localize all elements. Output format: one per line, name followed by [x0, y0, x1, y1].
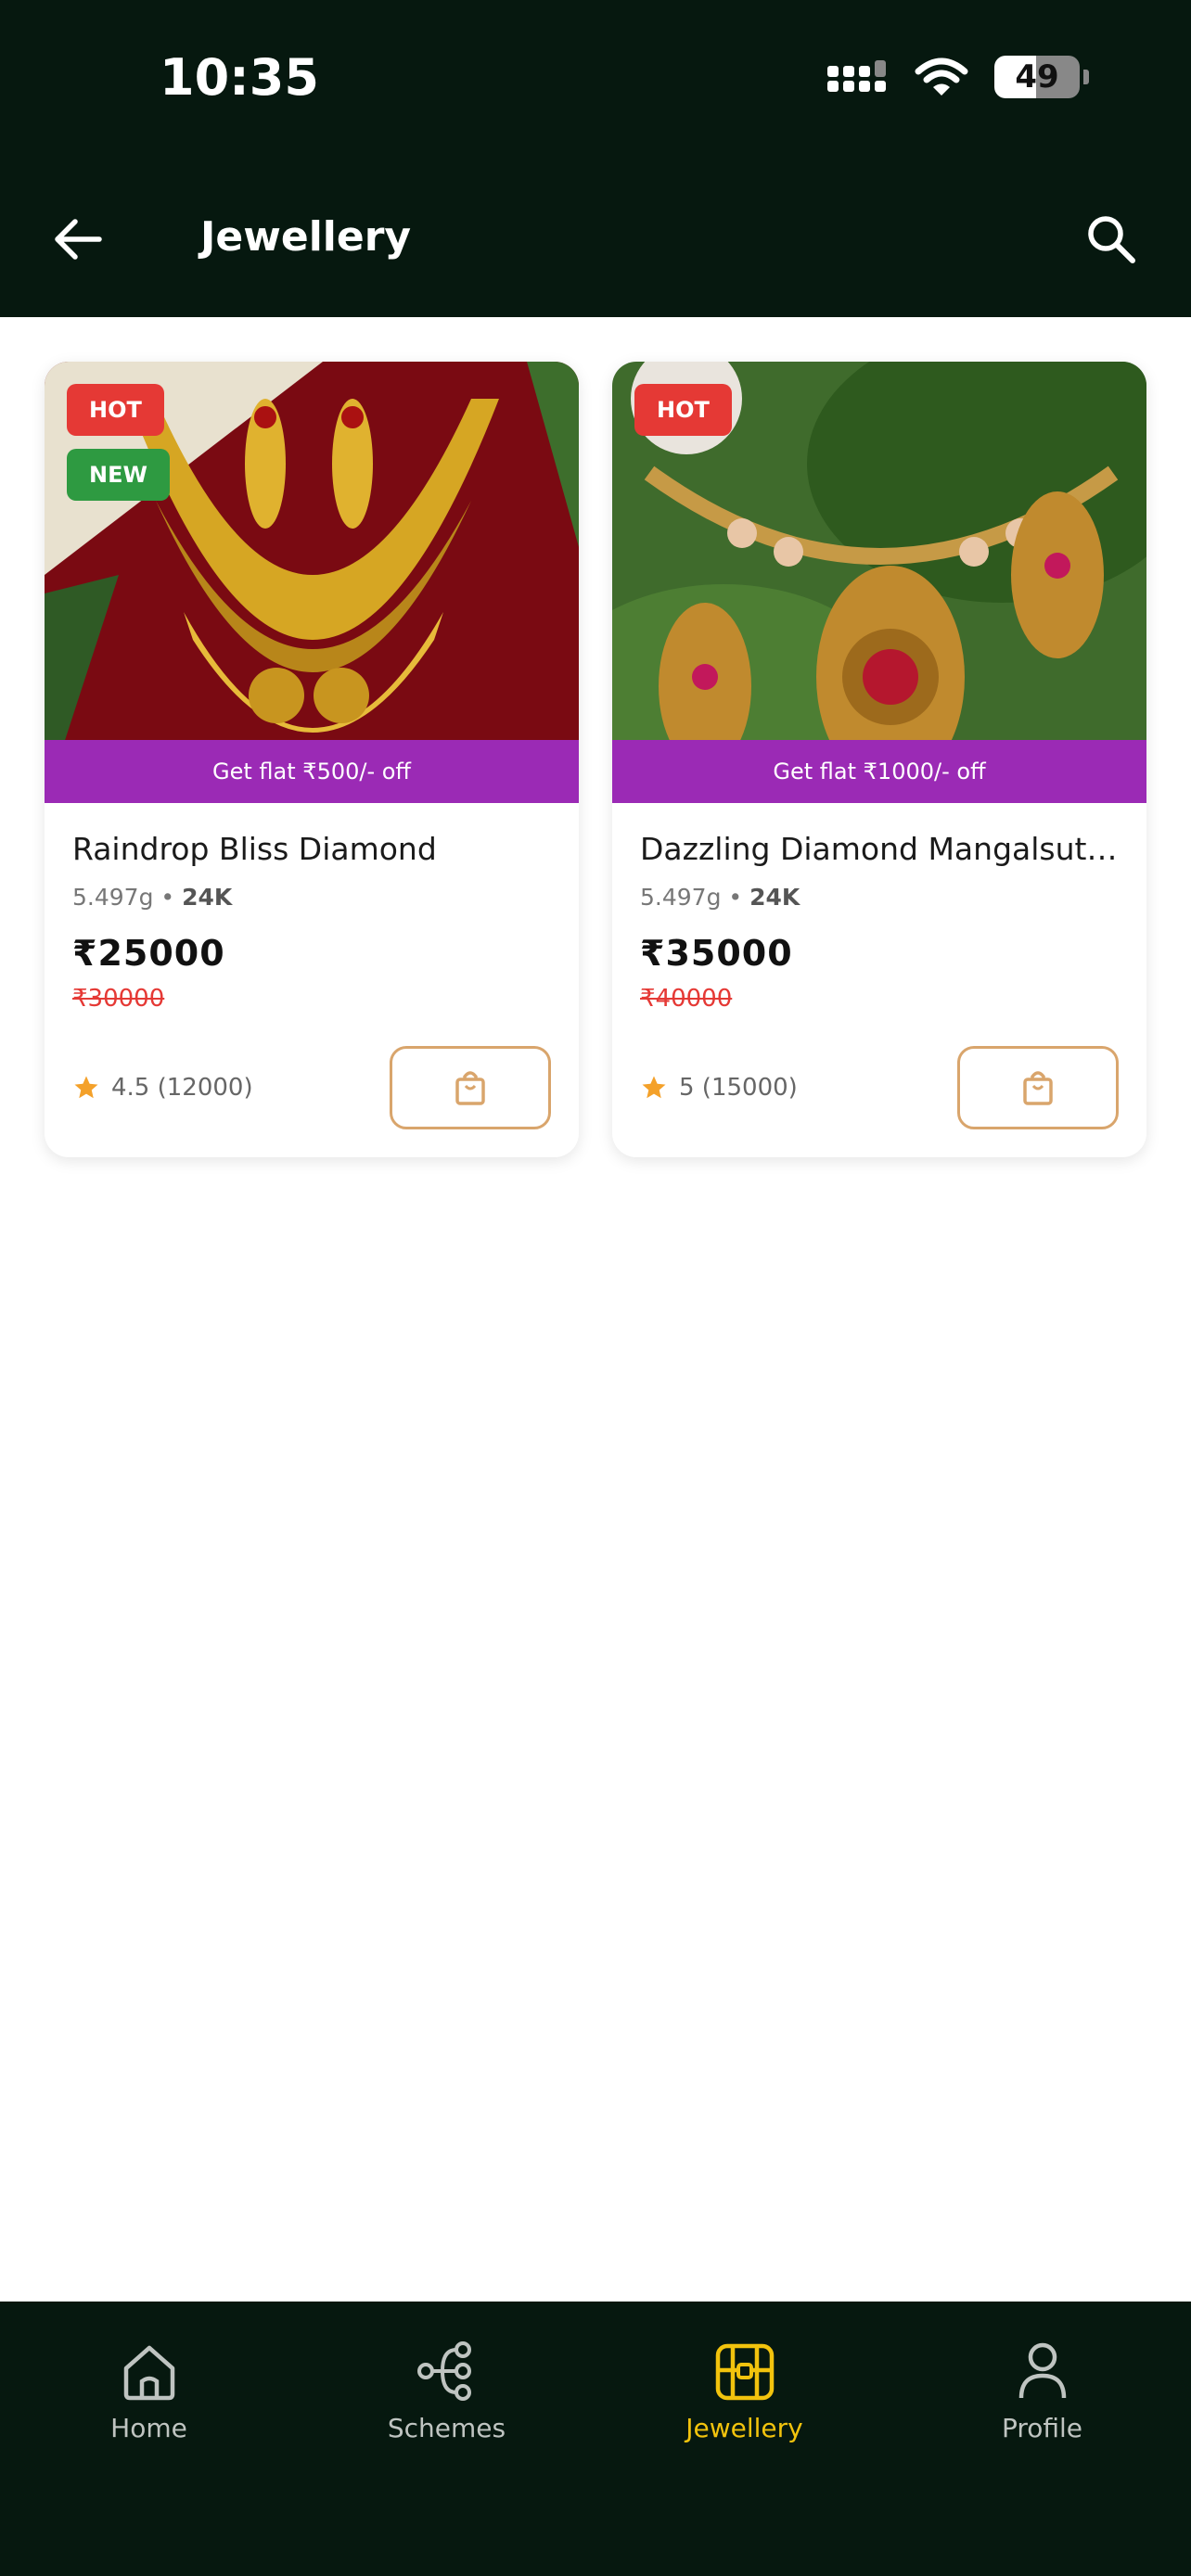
person-icon: [1018, 2342, 1066, 2399]
nav-label-profile: Profile: [1001, 2413, 1083, 2443]
nav-item-jewellery[interactable]: Jewellery: [596, 2302, 893, 2576]
nav-item-home[interactable]: Home: [0, 2302, 298, 2576]
status-icons: 49: [826, 56, 1089, 98]
page-title: Jewellery: [200, 213, 412, 261]
nav-label-schemes: Schemes: [387, 2413, 506, 2443]
product-rating: 5 (15000): [640, 1074, 798, 1102]
product-card[interactable]: HOT NEW Get flat ₹500/- off Raindrop Bli…: [45, 362, 579, 1157]
nav-label-home: Home: [110, 2413, 187, 2443]
arrow-left-icon: [55, 219, 102, 260]
offer-strip: Get flat ₹500/- off: [45, 740, 579, 803]
new-badge: NEW: [67, 449, 170, 501]
meta-separator: •: [160, 884, 175, 911]
rating-text: 4.5 (12000): [111, 1074, 253, 1102]
product-image-mangalsutra[interactable]: HOT Get flat ₹1000/- off: [612, 362, 1146, 803]
product-mrp: ₹40000: [640, 985, 733, 1013]
wifi-icon: [915, 57, 968, 96]
product-weight: 5.497g: [640, 884, 722, 911]
product-rating: 4.5 (12000): [72, 1074, 253, 1102]
battery-cap: [1083, 70, 1089, 84]
add-to-bag-button[interactable]: [390, 1046, 551, 1129]
product-mrp: ₹30000: [72, 985, 165, 1013]
product-grid: HOT NEW Get flat ₹500/- off Raindrop Bli…: [45, 362, 1146, 1157]
add-to-bag-button[interactable]: [957, 1046, 1119, 1129]
product-price: ₹35000: [640, 933, 793, 974]
hot-badge: HOT: [67, 384, 164, 436]
battery-icon: 49: [994, 56, 1080, 98]
status-time: 10:35: [160, 48, 319, 107]
nav-label-jewellery: Jewellery: [685, 2413, 803, 2443]
product-purity: 24K: [749, 884, 800, 911]
product-price: ₹25000: [72, 933, 225, 974]
product-meta: 5.497g • 24K: [72, 884, 551, 911]
share-nodes-icon: [416, 2341, 471, 2401]
nav-item-schemes[interactable]: Schemes: [298, 2302, 596, 2576]
top-bar: 10:35 49 Jewellery: [0, 0, 1191, 317]
nav-item-profile[interactable]: Profile: [893, 2302, 1191, 2576]
meta-separator: •: [728, 884, 743, 911]
product-weight: 5.497g: [72, 884, 154, 911]
battery-level: 49: [1015, 58, 1059, 96]
product-name[interactable]: Dazzling Diamond Mangalsutr...: [640, 831, 1119, 867]
hot-badge: HOT: [634, 384, 732, 436]
search-button[interactable]: [1080, 208, 1143, 271]
product-image-necklace[interactable]: HOT NEW Get flat ₹500/- off: [45, 362, 579, 803]
home-icon: [123, 2345, 174, 2401]
shopping-bag-icon: [455, 1071, 485, 1105]
rating-text: 5 (15000): [679, 1074, 798, 1102]
product-card[interactable]: HOT Get flat ₹1000/- off Dazzling Diamon…: [612, 362, 1146, 1157]
treasure-box-icon: [715, 2343, 774, 2401]
offer-strip: Get flat ₹1000/- off: [612, 740, 1146, 803]
product-purity: 24K: [182, 884, 233, 911]
cellular-signal-icon: [827, 60, 886, 92]
search-icon: [1088, 216, 1135, 263]
back-button[interactable]: [48, 210, 108, 269]
product-meta: 5.497g • 24K: [640, 884, 1119, 911]
bottom-nav: Home Schemes Jewellery Profile: [0, 2302, 1191, 2576]
product-name[interactable]: Raindrop Bliss Diamond: [72, 831, 551, 867]
shopping-bag-icon: [1023, 1071, 1053, 1105]
star-icon: [642, 1076, 666, 1099]
star-icon: [74, 1076, 98, 1099]
